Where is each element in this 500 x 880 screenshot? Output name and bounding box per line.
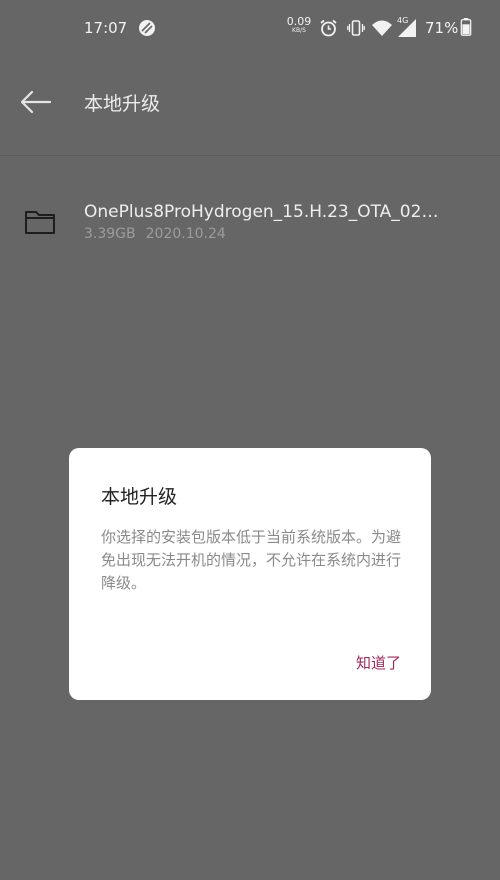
file-meta: 3.39GB 2020.10.24 <box>84 226 226 242</box>
network-speed: 0.09 KB/S <box>286 16 312 40</box>
status-time: 17:07 <box>84 19 128 37</box>
alarm-icon <box>320 19 337 37</box>
app-header: 本地升级 <box>0 56 500 156</box>
signal-icon <box>398 19 416 37</box>
status-bar: 17:07 0.09 KB/S 4G 71% <box>0 0 500 56</box>
dialog-title: 本地升级 <box>101 486 178 508</box>
battery-icon <box>460 18 472 36</box>
cell-signal: 4G <box>396 16 418 38</box>
downgrade-dialog: 本地升级 你选择的安装包版本低于当前系统版本。为避免出现无法开机的情况，不允许在… <box>69 448 431 700</box>
network-speed-value: 0.09 <box>286 15 312 28</box>
page-title: 本地升级 <box>84 93 161 115</box>
no-disturb-icon <box>139 20 155 36</box>
file-list-item[interactable]: OnePlus8ProHydrogen_15.H.23_OTA_02… 3.39… <box>0 190 500 254</box>
battery-percent: 71% <box>425 19 459 37</box>
back-arrow-icon[interactable] <box>18 88 54 116</box>
network-speed-unit: KB/S <box>292 27 306 34</box>
file-name: OnePlus8ProHydrogen_15.H.23_OTA_02… <box>84 202 439 222</box>
vibrate-icon <box>347 20 365 36</box>
file-size: 3.39GB <box>84 226 136 242</box>
header-divider <box>0 155 500 156</box>
got-it-button[interactable]: 知道了 <box>356 652 401 673</box>
folder-icon <box>25 211 55 234</box>
dialog-message: 你选择的安装包版本低于当前系统版本。为避免出现无法开机的情况，不允许在系统内进行… <box>101 528 402 592</box>
wifi-icon <box>372 20 392 36</box>
file-date: 2020.10.24 <box>145 226 226 242</box>
